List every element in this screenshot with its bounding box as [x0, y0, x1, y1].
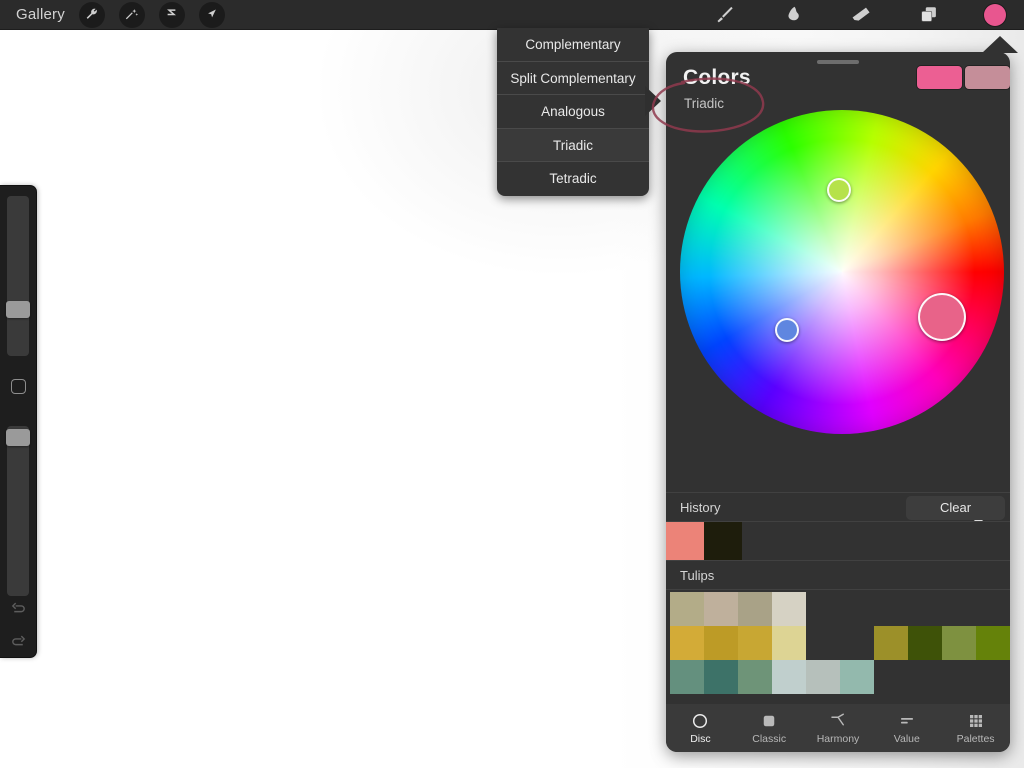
page-title: Colors	[683, 66, 751, 89]
palette-empty-slot[interactable]	[942, 660, 976, 694]
active-color-swatch[interactable]	[984, 3, 1006, 26]
menu-item-complementary[interactable]: Complementary	[497, 28, 649, 62]
menu-pointer-arrow	[645, 86, 661, 116]
palette-swatch[interactable]	[670, 660, 704, 694]
history-swatch-strip	[666, 522, 1010, 560]
redo-icon[interactable]	[9, 634, 28, 651]
tab-label: Value	[893, 733, 920, 745]
harmony-dropdown-menu[interactable]: Complementary Split Complementary Analog…	[497, 28, 649, 196]
palette-header: Tulips	[666, 560, 1010, 590]
toolbar-right-group	[712, 3, 1024, 26]
tab-harmony[interactable]: Harmony	[804, 704, 873, 752]
palette-name-label: Tulips	[680, 568, 715, 583]
tab-value[interactable]: Value	[872, 704, 941, 752]
palette-empty-slot[interactable]	[806, 592, 840, 626]
tab-label: Classic	[752, 733, 787, 745]
palette-swatch[interactable]	[704, 592, 738, 626]
opacity-thumb[interactable]	[6, 429, 30, 446]
palette-swatch[interactable]	[942, 626, 976, 660]
palette-swatch[interactable]	[772, 592, 806, 626]
colors-tab-bar: Disc Classic Harmony Value Palettes	[666, 704, 1010, 752]
clear-history-button[interactable]: Clear	[906, 496, 1005, 520]
opacity-slider[interactable]	[6, 426, 30, 596]
color-wheel-area	[666, 110, 1010, 532]
palette-row	[670, 626, 1010, 660]
adjustments-wand-icon[interactable]	[118, 1, 145, 28]
palette-swatch[interactable]	[704, 660, 738, 694]
brush-size-slider[interactable]	[6, 196, 30, 356]
palette-swatch[interactable]	[738, 592, 772, 626]
harmony-fork-icon	[828, 711, 848, 730]
palette-empty-slot[interactable]	[908, 660, 942, 694]
palette-empty-slot[interactable]	[874, 660, 908, 694]
layers-icon[interactable]	[916, 4, 942, 26]
panel-pointer-arrow	[982, 36, 1018, 53]
eraser-icon[interactable]	[848, 4, 874, 26]
tab-classic[interactable]: Classic	[735, 704, 804, 752]
menu-item-tetradic[interactable]: Tetradic	[497, 162, 649, 196]
palette-swatch[interactable]	[772, 660, 806, 694]
palette-row	[670, 660, 1010, 694]
value-bars-icon	[897, 711, 917, 730]
palette-empty-slot[interactable]	[976, 592, 1010, 626]
palette-swatch[interactable]	[738, 626, 772, 660]
palette-empty-slot[interactable]	[840, 592, 874, 626]
tab-palettes[interactable]: Palettes	[941, 704, 1010, 752]
palette-empty-slot[interactable]	[942, 592, 976, 626]
palette-swatch[interactable]	[670, 592, 704, 626]
tab-label: Palettes	[956, 733, 995, 745]
panel-grabber-handle[interactable]	[817, 60, 859, 64]
transform-arrow-icon[interactable]	[198, 1, 225, 28]
secondary-color-swatch[interactable]	[965, 66, 1010, 89]
brush-size-thumb[interactable]	[6, 301, 30, 318]
left-sidebar	[0, 185, 37, 658]
primary-color-swatch[interactable]	[917, 66, 962, 89]
circle-outline-icon	[691, 711, 709, 730]
square-filled-icon	[760, 711, 778, 730]
palette-swatch[interactable]	[704, 626, 738, 660]
wheel-ring-tertiary[interactable]	[775, 318, 799, 342]
tab-label: Harmony	[816, 733, 860, 745]
brush-icon[interactable]	[712, 4, 738, 26]
top-toolbar: Gallery	[0, 0, 1024, 30]
palette-swatch[interactable]	[840, 660, 874, 694]
palette-swatch[interactable]	[908, 626, 942, 660]
actions-wrench-icon[interactable]	[78, 1, 105, 28]
toolbar-left-group: Gallery	[0, 1, 225, 28]
palette-swatch[interactable]	[738, 660, 772, 694]
menu-item-triadic[interactable]: Triadic	[497, 128, 649, 162]
smudge-icon[interactable]	[780, 4, 806, 26]
grid-dots-icon	[967, 711, 985, 730]
colors-panel: Colors Triadic History Clear Tulips Disc…	[666, 52, 1010, 752]
palette-swatch[interactable]	[806, 660, 840, 694]
modify-button[interactable]	[11, 379, 26, 394]
history-swatch[interactable]	[704, 522, 742, 560]
palette-empty-slot[interactable]	[908, 592, 942, 626]
palette-grid	[670, 592, 1010, 694]
palette-row	[670, 592, 1010, 626]
palette-swatch[interactable]	[976, 626, 1010, 660]
palette-swatch[interactable]	[874, 626, 908, 660]
menu-item-split-complementary[interactable]: Split Complementary	[497, 62, 649, 95]
tab-label: Disc	[690, 733, 711, 745]
undo-icon[interactable]	[9, 601, 28, 618]
palette-swatch[interactable]	[772, 626, 806, 660]
palette-empty-slot[interactable]	[976, 660, 1010, 694]
color-wheel-disc[interactable]	[680, 110, 1004, 434]
wheel-ring-secondary[interactable]	[827, 178, 851, 202]
wheel-ring-primary[interactable]	[918, 293, 966, 341]
selection-s-icon[interactable]	[158, 1, 185, 28]
tab-disc[interactable]: Disc	[666, 704, 735, 752]
harmony-mode-label[interactable]: Triadic	[684, 96, 724, 111]
history-label: History	[680, 500, 721, 515]
palette-empty-slot[interactable]	[874, 592, 908, 626]
palette-empty-slot[interactable]	[806, 626, 840, 660]
history-header: History Clear	[666, 492, 1010, 522]
history-swatch[interactable]	[666, 522, 704, 560]
palette-empty-slot[interactable]	[840, 626, 874, 660]
menu-item-analogous[interactable]: Analogous	[497, 95, 649, 129]
gallery-button[interactable]: Gallery	[16, 6, 65, 23]
palette-swatch[interactable]	[670, 626, 704, 660]
